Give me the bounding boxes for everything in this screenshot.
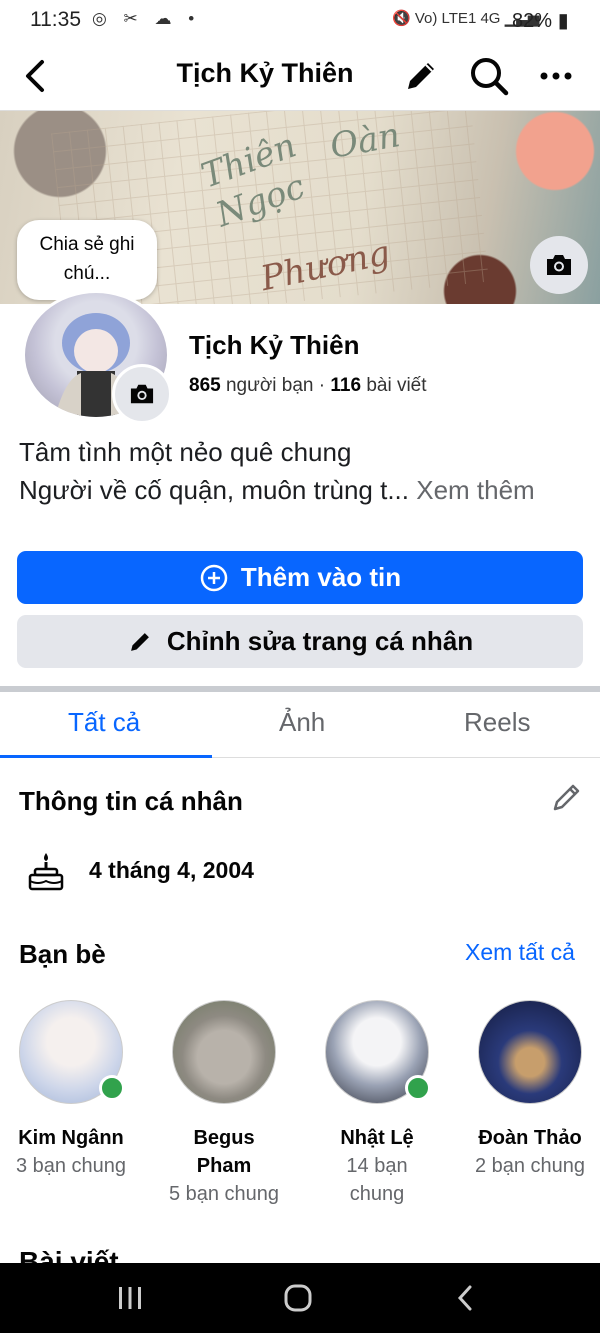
posts-count: 116 — [330, 375, 362, 396]
change-cover-button[interactable] — [530, 236, 588, 294]
notification-icons: ◎ ✂ ☁ • — [92, 9, 201, 28]
see-all-friends-link[interactable]: Xem tất cả — [465, 939, 575, 966]
status-bar: 11:35 ◎ ✂ ☁ • 🔇 Vo) LTE1 4G ▁▃▅ 82% ▮ — [0, 0, 600, 44]
note-text-line2: chú... — [63, 263, 111, 284]
friend-avatar[interactable] — [19, 1000, 125, 1104]
tab-photos[interactable]: Ảnh — [279, 707, 325, 738]
friends-label: người bạn · — [220, 375, 331, 396]
note-text-line1: Chia sẻ ghi — [39, 234, 135, 255]
friend-avatar[interactable] — [478, 1000, 582, 1104]
plus-circle-icon — [200, 564, 228, 591]
battery-level: 82% ▮ — [512, 10, 569, 32]
profile-stats: 865 người bạn · 116 bài viết — [189, 375, 427, 397]
personal-info-title: Thông tin cá nhân — [19, 786, 243, 816]
status-time: 11:35 — [30, 8, 81, 31]
friend-name[interactable]: Đoàn Thảo — [455, 1124, 600, 1152]
online-indicator — [99, 1075, 125, 1101]
friend-card[interactable]: Kim Ngânn 3 bạn chung — [0, 1000, 146, 1180]
posts-section-title: Bài viết — [19, 1246, 119, 1263]
camera-icon — [130, 384, 154, 404]
home-button[interactable] — [282, 1283, 314, 1313]
profile-name: Tịch Kỷ Thiên — [189, 330, 360, 360]
friends-title: Bạn bè — [19, 939, 106, 969]
change-avatar-button[interactable] — [112, 364, 172, 424]
tab-reels[interactable]: Reels — [464, 707, 530, 738]
posts-label: bài viết — [361, 375, 427, 396]
camera-icon — [547, 255, 571, 275]
edit-details-button[interactable] — [550, 780, 586, 816]
bio-line1: Tâm tình một nẻo quê chung — [19, 437, 352, 467]
mute-icon: 🔇 — [392, 10, 411, 27]
bio-line2: Người về cố quận, muôn trùng t... — [19, 475, 409, 505]
edit-profile-button[interactable]: Chỉnh sửa trang cá nhân — [17, 615, 583, 668]
pencil-outline-icon — [553, 784, 580, 811]
friend-card[interactable]: Begus Pham 5 bạn chung — [149, 1000, 299, 1208]
search-button[interactable] — [466, 53, 512, 99]
friend-card[interactable]: Nhật Lệ 14 bạn chung — [302, 1000, 452, 1208]
online-indicator — [405, 1075, 431, 1101]
profile-bio: Tâm tình một nẻo quê chung Người về cố q… — [19, 433, 589, 509]
friend-name[interactable]: Kim Ngânn — [0, 1124, 146, 1152]
section-divider — [0, 686, 600, 692]
battery-icon: ▮ — [557, 10, 569, 32]
friend-mutual: 5 bạn chung — [168, 1183, 280, 1205]
see-more-link[interactable]: Xem thêm — [409, 475, 535, 505]
back-arrow-icon — [457, 1285, 472, 1311]
system-back-button[interactable] — [452, 1283, 480, 1313]
more-dots-icon — [540, 72, 572, 80]
page-title: Tịch Kỷ Thiên — [176, 58, 354, 88]
recent-apps-button[interactable] — [112, 1283, 148, 1313]
edit-profile-label: Chỉnh sửa trang cá nhân — [166, 626, 474, 656]
add-to-story-label: Thêm vào tin — [240, 562, 402, 592]
friend-avatar[interactable] — [172, 1000, 276, 1104]
friend-mutual: 14 bạn chung — [346, 1155, 408, 1205]
share-note-bubble[interactable]: Chia sẻ ghi chú... — [17, 220, 157, 300]
top-app-bar: Tịch Kỷ Thiên — [0, 44, 600, 111]
search-icon — [471, 58, 509, 96]
add-to-story-button[interactable]: Thêm vào tin — [17, 551, 583, 604]
system-nav-bar — [0, 1263, 600, 1333]
more-options-button[interactable] — [533, 53, 579, 99]
friends-count: 865 — [189, 375, 221, 396]
active-tab-indicator — [0, 755, 212, 758]
friend-mutual: 2 bạn chung — [474, 1155, 586, 1177]
friend-name[interactable]: Nhật Lệ — [302, 1124, 452, 1152]
network-label: Vo) LTE1 4G — [414, 10, 501, 27]
friend-avatar[interactable] — [325, 1000, 431, 1104]
friend-card[interactable]: Đoàn Thảo 2 bạn chung — [455, 1000, 600, 1180]
pencil-icon — [408, 63, 434, 89]
birthday-value: 4 tháng 4, 2004 — [89, 857, 254, 883]
birthday-cake-icon — [26, 851, 66, 891]
pencil-icon — [130, 632, 149, 651]
edit-button[interactable] — [398, 53, 444, 99]
tab-all[interactable]: Tất cả — [68, 707, 140, 738]
home-icon — [284, 1284, 312, 1312]
friend-mutual: 3 bạn chung — [15, 1155, 127, 1177]
recent-apps-icon — [119, 1287, 141, 1309]
friend-name[interactable]: Begus Pham — [179, 1124, 269, 1180]
